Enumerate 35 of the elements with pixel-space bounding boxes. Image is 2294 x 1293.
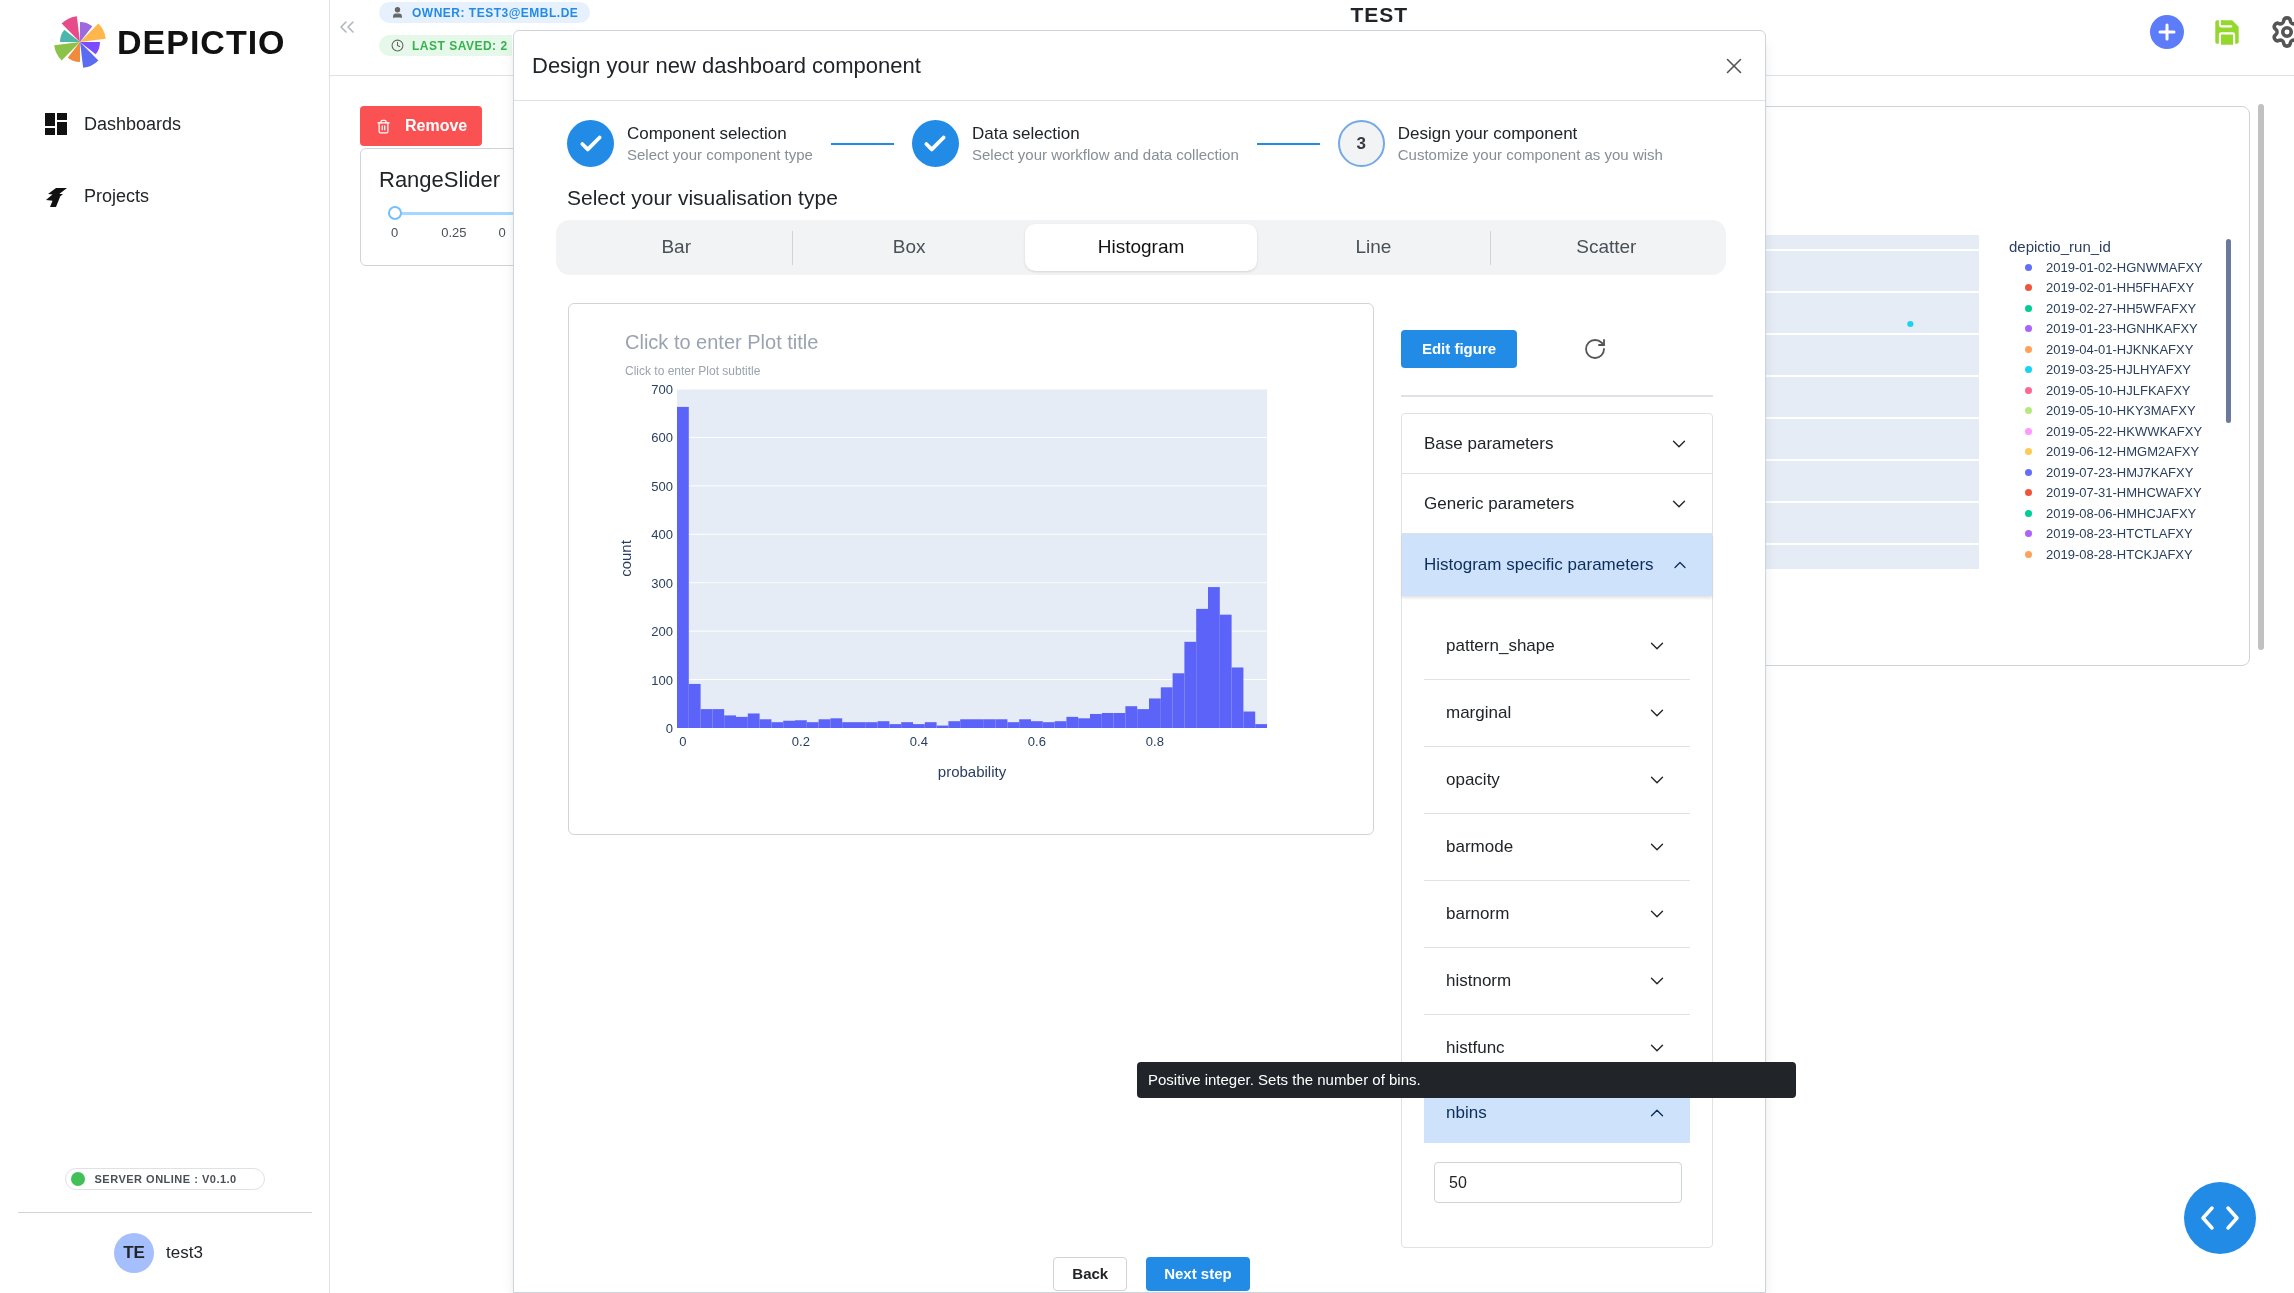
y-tick-label: 700 — [651, 382, 673, 397]
x-axis-title: probability — [937, 763, 1007, 780]
slider-tick-label: 0 — [498, 224, 506, 242]
last-saved-badge: LAST SAVED: 2 — [379, 35, 512, 56]
card-title: RangeSlider — [379, 166, 502, 194]
x-tick-label: 0 — [679, 734, 687, 749]
y-tick-label: 300 — [651, 575, 673, 591]
step-title: Design your component — [1397, 122, 1579, 145]
x-tick-label: 0.2 — [791, 734, 810, 749]
step-title: Data selection — [971, 122, 1081, 145]
slider-tick-label: 0 — [391, 224, 399, 242]
legend-title: depictio_run_id — [2009, 237, 2112, 257]
step-indicator: 3 — [1337, 120, 1385, 167]
step-title: Component selection — [627, 122, 788, 145]
y-tick-label: 600 — [651, 430, 673, 446]
y-axis-title: count — [617, 540, 634, 577]
user-name: test3 — [166, 1242, 203, 1265]
y-tick-label: 500 — [651, 478, 673, 494]
modal-title: Design your new dashboard component — [532, 52, 921, 80]
slider-tick-label: 0.25 — [441, 224, 467, 242]
x-tick-label: 0.8 — [1145, 734, 1164, 749]
owner-badge: OWNER: TEST3@EMBL.DE — [379, 2, 591, 23]
dashboard-title: TEST — [1350, 3, 1409, 27]
y-tick-label: 100 — [651, 672, 673, 688]
y-tick-label: 200 — [651, 624, 673, 640]
step-subtitle: Select your workflow and data collection — [971, 144, 1239, 165]
y-tick-label: 400 — [651, 527, 673, 543]
section-heading: Select your visualisation type — [566, 185, 839, 211]
tooltip: Positive integer. Sets the number of bins. — [1137, 1062, 1796, 1098]
logo-text: DEPICTIO — [117, 21, 286, 63]
step-subtitle: Customize your component as you wish — [1397, 144, 1663, 165]
x-tick-label: 0.4 — [909, 734, 928, 749]
step-subtitle: Select your component type — [627, 144, 813, 165]
y-tick-label: 0 — [665, 721, 673, 736]
x-tick-label: 0.6 — [1027, 734, 1046, 749]
